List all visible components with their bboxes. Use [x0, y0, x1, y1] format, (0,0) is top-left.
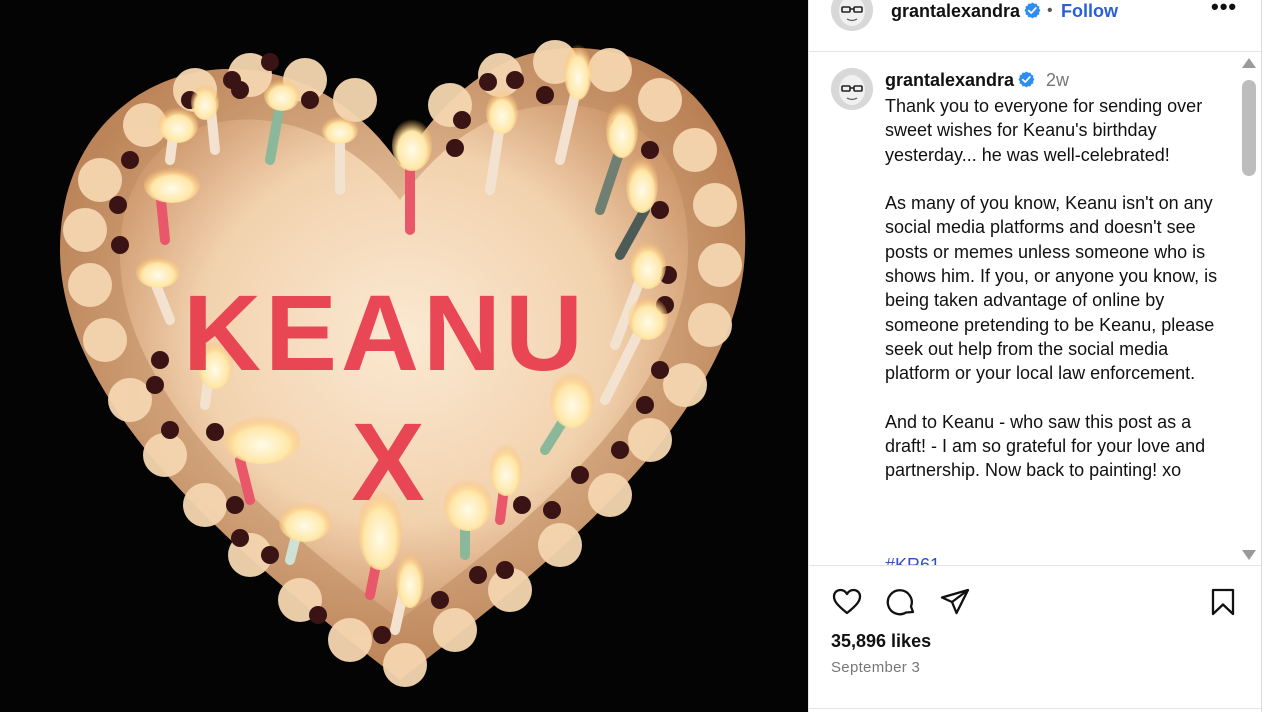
send-icon [940, 588, 970, 615]
header-separator: • [1047, 2, 1053, 19]
post-actions [809, 582, 1262, 622]
instagram-post-view: KEANU X grantalexandra • Follow ••• gran… [0, 0, 1266, 712]
follow-button[interactable]: Follow [1061, 0, 1118, 22]
verified-badge-icon [1018, 71, 1035, 88]
comment-icon [886, 589, 915, 616]
cake-text-x: X [351, 401, 424, 524]
caption-avatar[interactable] [831, 68, 873, 110]
divider [809, 708, 1262, 709]
header-username-text[interactable]: grantalexandra [891, 1, 1020, 21]
share-button[interactable] [939, 586, 971, 618]
heart-icon [832, 588, 862, 615]
caption-username-text[interactable]: grantalexandra [885, 70, 1014, 90]
bookmark-icon [1211, 588, 1235, 616]
caption-username[interactable]: grantalexandra [885, 69, 1035, 91]
post-header: grantalexandra • Follow ••• [809, 0, 1262, 52]
birthday-cake-photo: KEANU X [60, 40, 746, 687]
caption-area[interactable]: grantalexandra 2w Thank you to everyone … [809, 53, 1262, 566]
verified-badge-icon [1024, 2, 1041, 19]
post-time-ago[interactable]: 2w [1046, 69, 1069, 91]
more-options-button[interactable]: ••• [1211, 0, 1236, 22]
hashtag-link[interactable]: #KR61 [885, 553, 940, 565]
scroll-thumb[interactable] [1242, 80, 1256, 176]
post-date[interactable]: September 3 [831, 658, 920, 678]
header-username[interactable]: grantalexandra [891, 0, 1041, 22]
comment-button[interactable] [885, 586, 917, 618]
scroll-down-arrow-icon[interactable] [1242, 550, 1256, 560]
caption-scrollbar[interactable] [1239, 58, 1259, 563]
avatar-portrait-icon [831, 68, 873, 110]
post-details-panel: grantalexandra • Follow ••• grantalexand… [808, 0, 1262, 712]
scroll-up-arrow-icon[interactable] [1242, 58, 1256, 68]
post-image[interactable]: KEANU X [0, 0, 808, 712]
window-edge [1261, 0, 1266, 712]
cake-text-keanu: KEANU [183, 272, 587, 393]
likes-count[interactable]: 35,896 likes [831, 630, 931, 652]
header-avatar[interactable] [831, 0, 873, 31]
post-caption: Thank you to everyone for sending over s… [885, 96, 1218, 481]
save-button[interactable] [1207, 586, 1239, 618]
like-button[interactable] [831, 586, 863, 618]
avatar-portrait-icon [831, 0, 873, 31]
